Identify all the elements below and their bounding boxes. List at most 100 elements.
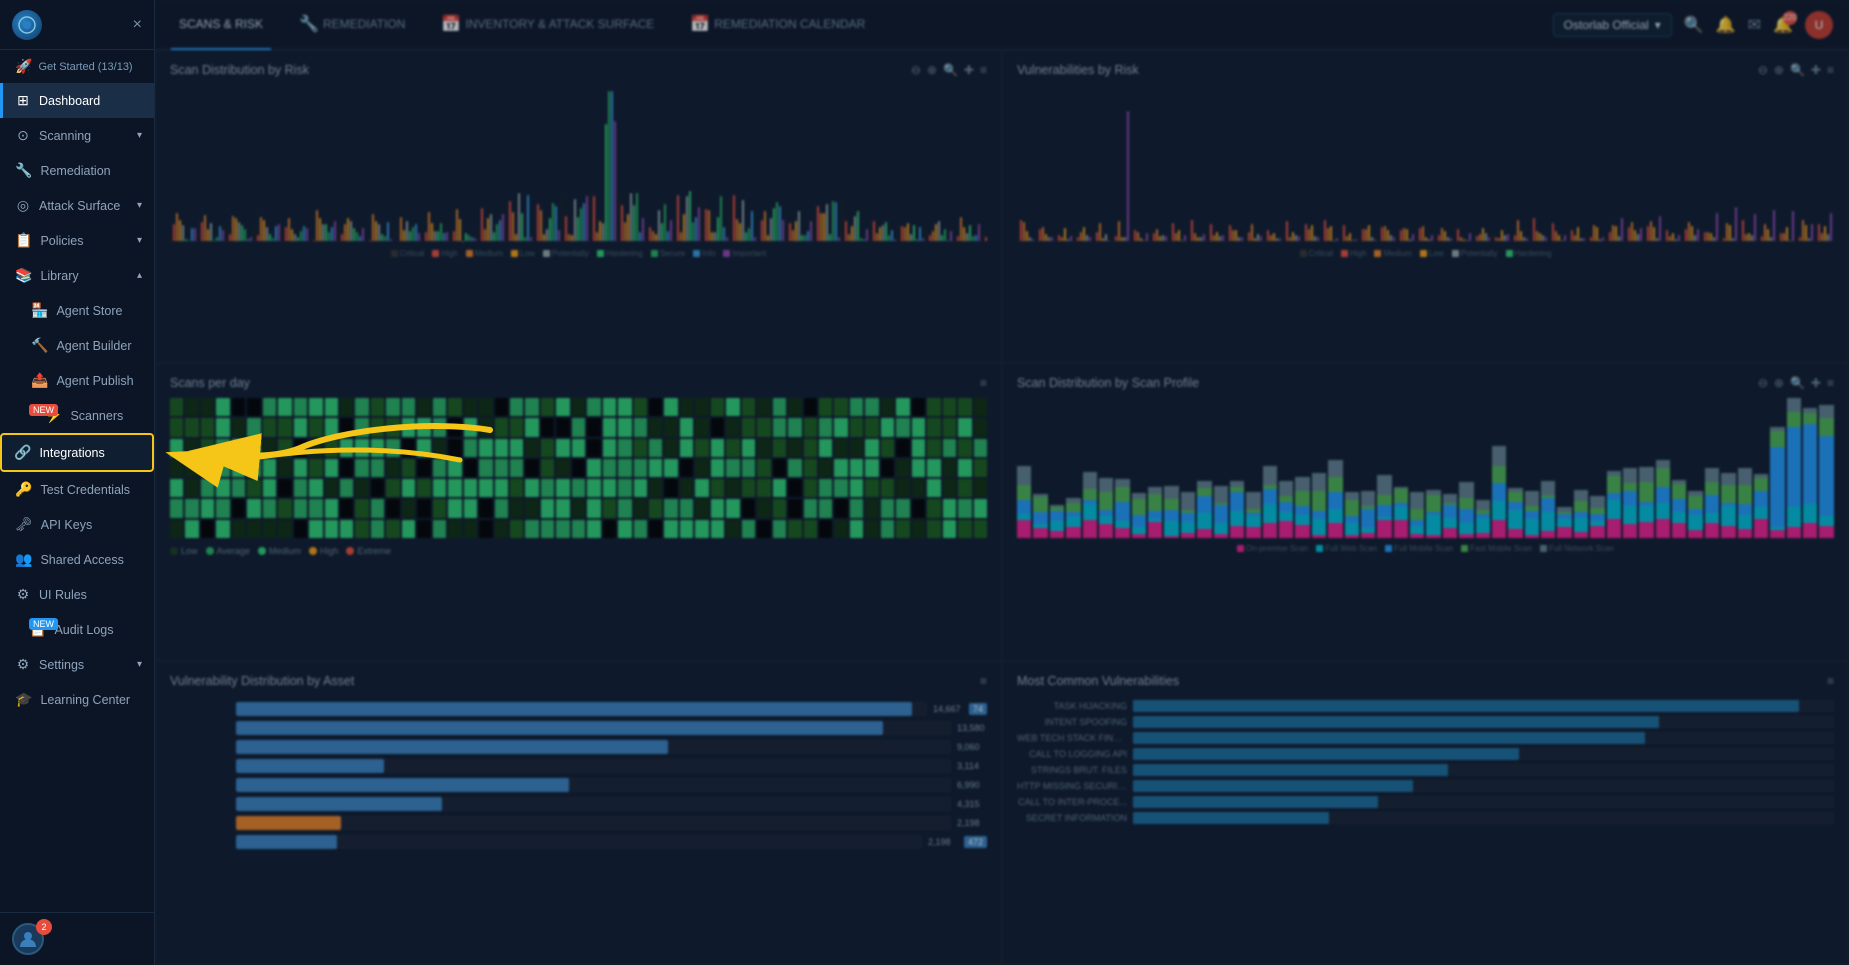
- ctrl-menu[interactable]: ≡: [980, 63, 987, 77]
- bar-segment: [170, 232, 172, 241]
- sidebar-item-api-keys[interactable]: 🗝 API Keys: [0, 507, 154, 542]
- sidebar-item-learning-center[interactable]: 🎓 Learning Center: [0, 682, 154, 717]
- sidebar-item-scanning[interactable]: ⊙ Scanning ▾: [0, 118, 154, 153]
- heatmap-cell: [556, 398, 569, 416]
- bar-group: [1701, 213, 1718, 241]
- scan-profile-segment: [1132, 534, 1146, 538]
- bar-segment: [1051, 237, 1053, 241]
- search-icon[interactable]: 🔍: [1684, 15, 1704, 35]
- chart-controls-2: ⊖ ⊕ 🔍 ✚ ≡: [1758, 63, 1834, 77]
- heatmap-cell: [603, 479, 616, 497]
- dashboard-label: Dashboard: [39, 94, 100, 108]
- bar-segment: [1216, 232, 1218, 241]
- sidebar-item-ui-rules[interactable]: ⚙ UI Rules: [0, 577, 154, 612]
- heatmap-cell: [170, 439, 183, 457]
- heatmap-cell: [649, 459, 662, 477]
- sidebar-item-audit-logs[interactable]: NEW 📋 Audit Logs: [0, 612, 154, 647]
- sidebar-item-settings[interactable]: ⚙ Settings ▾: [0, 647, 154, 682]
- scan-profile-segment: [1099, 492, 1113, 511]
- heatmap-cell: [726, 520, 739, 538]
- scan-profile-segment: [1721, 526, 1735, 538]
- org-selector[interactable]: Ostorlab Official ▾: [1553, 13, 1672, 37]
- bar-segment: [1191, 220, 1193, 241]
- bar-segment: [207, 229, 209, 241]
- sidebar-item-policies[interactable]: 📋 Policies ▾: [0, 223, 154, 258]
- heatmap-cell: [232, 459, 245, 477]
- bar-segment: [502, 214, 504, 241]
- heatmap-column: [448, 398, 461, 538]
- heatmap-cell: [819, 459, 832, 477]
- v-ctrl-3[interactable]: 🔍: [1790, 63, 1805, 77]
- v-ctrl-4[interactable]: ✚: [1811, 63, 1821, 77]
- heatmap-cell: [834, 479, 847, 497]
- ctrl-zoom-out[interactable]: ⊖: [911, 63, 921, 77]
- tab-remediation[interactable]: 🔧 REMEDIATION: [291, 0, 413, 50]
- sidebar-item-shared-access[interactable]: 👥 Shared Access: [0, 542, 154, 577]
- heatmap-column: [386, 398, 399, 538]
- sp-ctrl-4[interactable]: ✚: [1811, 376, 1821, 390]
- scan-profile-segment: [1197, 481, 1211, 488]
- app-logo[interactable]: [12, 10, 42, 40]
- user-avatar-top[interactable]: U: [1805, 11, 1833, 39]
- bar-segment: [1390, 235, 1392, 241]
- scan-profile-segment: [1246, 516, 1260, 527]
- bar-segment: [1701, 234, 1703, 241]
- spd-menu[interactable]: ≡: [980, 376, 987, 390]
- sp-ctrl-2[interactable]: ⊕: [1774, 376, 1784, 390]
- bar-segment: [798, 211, 800, 241]
- v-ctrl-5[interactable]: ≡: [1827, 63, 1834, 77]
- sidebar-item-library[interactable]: 📚 Library ▴: [0, 258, 154, 293]
- bar-segment: [1298, 236, 1300, 242]
- tab-remediation-calendar[interactable]: 📅 REMEDIATION CALENDAR: [682, 0, 873, 50]
- bar-segment: [944, 229, 946, 241]
- heatmap-cell: [804, 479, 817, 497]
- bar-segment: [804, 235, 806, 241]
- sp-ctrl-1[interactable]: ⊖: [1758, 376, 1768, 390]
- ctrl-search[interactable]: 🔍: [943, 63, 958, 77]
- heatmap-cell: [974, 520, 987, 538]
- scan-profile-segment: [1656, 487, 1670, 503]
- bar-segment: [1767, 229, 1769, 241]
- v-ctrl-2[interactable]: ⊕: [1774, 63, 1784, 77]
- sidebar-item-scanners[interactable]: NEW ⚡ Scanners: [0, 398, 154, 433]
- sidebar-item-remediation[interactable]: 🔧 Remediation: [0, 153, 154, 188]
- vuln-bar-track: [1133, 732, 1834, 744]
- bar-segment: [1219, 236, 1221, 241]
- bar-segment: [182, 225, 184, 241]
- vuln-by-asset-title: Vulnerability Distribution by Asset ≡: [170, 674, 987, 688]
- sidebar-item-agent-builder[interactable]: 🔨 Agent Builder: [0, 328, 154, 363]
- bar-segment: [1381, 227, 1383, 241]
- asset-bar-fill: [236, 778, 569, 792]
- v-ctrl-1[interactable]: ⊖: [1758, 63, 1768, 77]
- heatmap-cell: [201, 499, 214, 517]
- sidebar-item-attack-surface[interactable]: ◎ Attack Surface ▾: [0, 188, 154, 223]
- sidebar-item-agent-store[interactable]: 🏪 Agent Store: [0, 293, 154, 328]
- sp-ctrl-3[interactable]: 🔍: [1790, 376, 1805, 390]
- heatmap-cell: [850, 398, 863, 416]
- asset-menu[interactable]: ≡: [980, 674, 987, 688]
- heatmap-cell: [185, 398, 198, 416]
- mail-icon[interactable]: ✉: [1748, 15, 1761, 35]
- bar-group: [1055, 228, 1072, 241]
- alert-icon[interactable]: 🔔: [1716, 15, 1736, 35]
- ctrl-plus[interactable]: ✚: [964, 63, 974, 77]
- ctrl-zoom-in[interactable]: ⊕: [927, 63, 937, 77]
- sp-ctrl-5[interactable]: ≡: [1827, 376, 1834, 390]
- bar-segment: [792, 230, 794, 241]
- tab-inventory[interactable]: 📅 INVENTORY & ATTACK SURFACE: [433, 0, 662, 50]
- library-label: Library: [40, 269, 78, 283]
- heatmap-cell: [664, 439, 677, 457]
- tab-scans-risk[interactable]: SCANS & RISK: [171, 0, 271, 50]
- heatmap-cell: [247, 439, 260, 457]
- sidebar-item-test-credentials[interactable]: 🔑 Test Credentials: [0, 472, 154, 507]
- bar-segment: [356, 232, 358, 241]
- scan-profile-segment: [1295, 515, 1309, 525]
- vuln-menu[interactable]: ≡: [1827, 674, 1834, 688]
- sidebar-item-integrations[interactable]: 🔗 Integrations: [0, 433, 154, 472]
- close-icon[interactable]: ×: [133, 16, 142, 34]
- sidebar-item-get-started[interactable]: 🚀 Get Started (13/13): [0, 50, 154, 83]
- scan-profile-segment: [1181, 522, 1195, 533]
- bar-segment: [512, 212, 514, 241]
- sidebar-item-agent-publish[interactable]: 📤 Agent Publish: [0, 363, 154, 398]
- sidebar-item-dashboard[interactable]: ⊞ Dashboard: [0, 83, 154, 118]
